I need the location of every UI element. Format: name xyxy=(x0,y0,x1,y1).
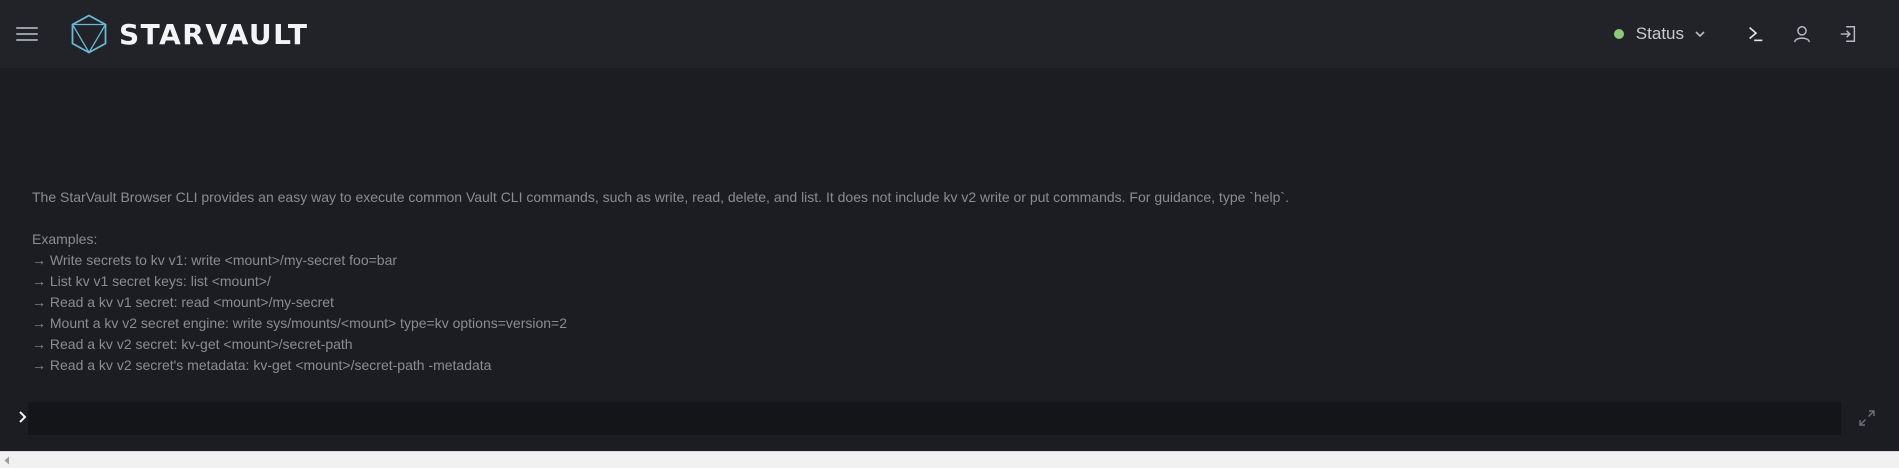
cli-command-input[interactable] xyxy=(28,402,1841,435)
scroll-left-arrow-icon[interactable] xyxy=(3,456,11,465)
cli-intro-text: The StarVault Browser CLI provides an ea… xyxy=(32,189,1289,205)
chevron-down-icon xyxy=(1695,31,1705,38)
brand[interactable]: STARVAULT xyxy=(70,14,308,54)
header-tools: Status xyxy=(1613,0,1899,68)
status-dropdown[interactable]: Status xyxy=(1613,24,1707,44)
example-line: → List kv v1 secret keys: list <mount>/ xyxy=(32,273,271,289)
terminal-icon[interactable] xyxy=(1745,23,1767,45)
example-line: → Read a kv v2 secret's metadata: kv-get… xyxy=(32,357,492,373)
brand-name: STARVAULT xyxy=(119,17,309,51)
top-navigation-bar: STARVAULT Status xyxy=(0,0,1899,68)
horizontal-scrollbar[interactable] xyxy=(0,451,1899,468)
status-indicator-dot xyxy=(1613,29,1624,39)
example-line: → Mount a kv v2 secret engine: write sys… xyxy=(32,315,567,331)
examples-title: Examples: xyxy=(32,231,98,247)
hexagon-cube-logo-icon xyxy=(71,14,107,54)
cli-console: The StarVault Browser CLI provides an ea… xyxy=(0,68,1899,451)
example-line: → Read a kv v1 secret: read <mount>/my-s… xyxy=(32,294,334,310)
user-icon[interactable] xyxy=(1791,23,1813,45)
status-label: Status xyxy=(1635,24,1684,43)
cli-output: The StarVault Browser CLI provides an ea… xyxy=(32,187,1872,376)
cli-prompt-row xyxy=(0,395,1899,441)
example-line: → Read a kv v2 secret: kv-get <mount>/se… xyxy=(32,336,353,352)
expand-icon[interactable] xyxy=(1858,409,1876,427)
sign-out-icon[interactable] xyxy=(1837,23,1859,45)
menu-icon[interactable] xyxy=(16,27,38,41)
example-line: → Write secrets to kv v1: write <mount>/… xyxy=(32,252,398,268)
